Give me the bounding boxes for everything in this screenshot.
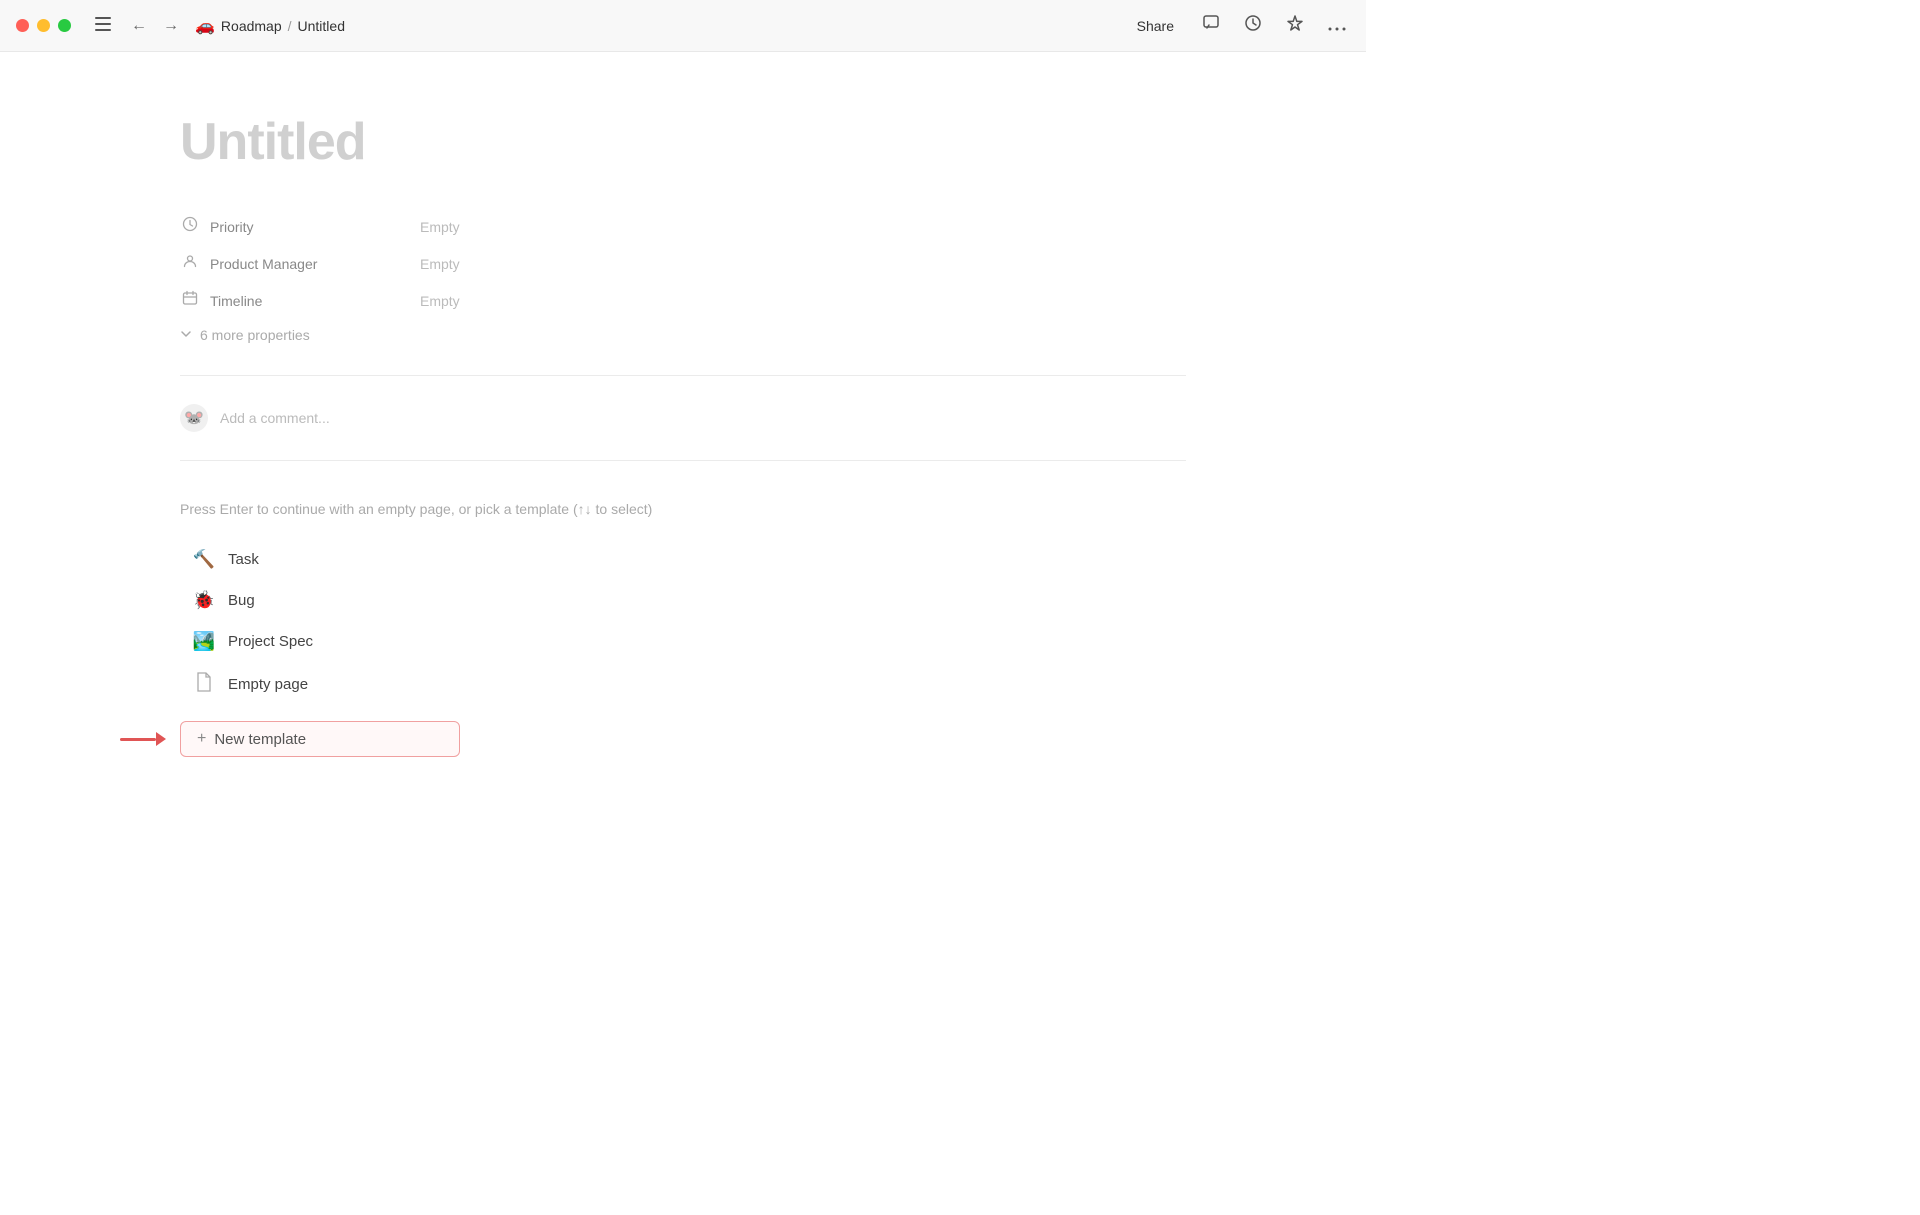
arrow-head <box>156 732 166 746</box>
property-name-product-manager: Product Manager <box>210 256 317 272</box>
property-label-product-manager: Product Manager <box>180 253 420 274</box>
properties-section: Priority Empty Product Manager Empty <box>180 208 1186 351</box>
chevron-down-icon <box>180 328 192 343</box>
minimize-button[interactable] <box>37 19 50 32</box>
titlebar-right: Share <box>1129 10 1350 41</box>
close-button[interactable] <box>16 19 29 32</box>
sidebar-toggle-button[interactable] <box>87 11 119 40</box>
comment-placeholder: Add a comment... <box>220 410 330 426</box>
property-value-product-manager: Empty <box>420 256 460 272</box>
template-label-task: Task <box>228 551 259 568</box>
breadcrumb-parent[interactable]: Roadmap <box>221 18 282 34</box>
property-label-timeline: Timeline <box>180 290 420 311</box>
property-row-product-manager[interactable]: Product Manager Empty <box>180 245 1186 282</box>
arrow-shaft <box>120 738 156 741</box>
bug-icon: 🐞 <box>192 590 216 611</box>
comment-area[interactable]: 🐭 Add a comment... <box>180 392 1186 444</box>
template-label-bug: Bug <box>228 592 255 609</box>
breadcrumb: 🚗 Roadmap / Untitled <box>195 16 345 36</box>
main-content: Untitled Priority Empty <box>0 52 1366 868</box>
new-template-button[interactable]: + New template <box>180 721 460 757</box>
person-icon <box>180 253 200 274</box>
priority-icon <box>180 216 200 237</box>
star-icon-button[interactable] <box>1282 10 1308 41</box>
page-title[interactable]: Untitled <box>180 112 1186 172</box>
nav-buttons: ← → <box>127 13 183 39</box>
template-item-bug[interactable]: 🐞 Bug <box>180 582 460 619</box>
property-label-priority: Priority <box>180 216 420 237</box>
template-label-project-spec: Project Spec <box>228 633 313 650</box>
breadcrumb-current: Untitled <box>298 18 345 34</box>
avatar-emoji: 🐭 <box>184 408 204 428</box>
more-properties-label: 6 more properties <box>200 327 310 343</box>
history-icon-button[interactable] <box>1240 10 1266 41</box>
property-row-timeline[interactable]: Timeline Empty <box>180 282 1186 319</box>
divider-2 <box>180 460 1186 461</box>
calendar-icon <box>180 290 200 311</box>
template-hint: Press Enter to continue with an empty pa… <box>180 501 1186 517</box>
template-item-project-spec[interactable]: 🏞️ Project Spec <box>180 623 460 660</box>
property-row-priority[interactable]: Priority Empty <box>180 208 1186 245</box>
empty-page-icon <box>192 672 216 697</box>
breadcrumb-emoji: 🚗 <box>195 16 215 36</box>
template-item-empty-page[interactable]: Empty page <box>180 664 460 705</box>
breadcrumb-separator: / <box>288 18 292 34</box>
traffic-lights <box>16 19 71 32</box>
titlebar: ← → 🚗 Roadmap / Untitled Share <box>0 0 1366 52</box>
plus-icon: + <box>197 730 206 748</box>
template-item-task[interactable]: 🔨 Task <box>180 541 460 578</box>
property-value-timeline: Empty <box>420 293 460 309</box>
new-template-container: + New template <box>180 721 460 757</box>
avatar: 🐭 <box>180 404 208 432</box>
back-button[interactable]: ← <box>127 13 151 39</box>
more-properties-toggle[interactable]: 6 more properties <box>180 319 1186 351</box>
comment-icon-button[interactable] <box>1198 10 1224 41</box>
task-icon: 🔨 <box>192 549 216 570</box>
new-template-label: New template <box>214 731 306 748</box>
forward-button[interactable]: → <box>159 13 183 39</box>
property-name-priority: Priority <box>210 219 254 235</box>
divider-1 <box>180 375 1186 376</box>
maximize-button[interactable] <box>58 19 71 32</box>
property-value-priority: Empty <box>420 219 460 235</box>
property-name-timeline: Timeline <box>210 293 262 309</box>
share-button[interactable]: Share <box>1129 14 1182 38</box>
project-spec-icon: 🏞️ <box>192 631 216 652</box>
template-list: 🔨 Task 🐞 Bug 🏞️ Project Spec Empty page <box>180 541 1186 705</box>
more-options-button[interactable] <box>1324 11 1350 40</box>
template-label-empty-page: Empty page <box>228 676 308 693</box>
arrow-indicator <box>120 732 166 746</box>
